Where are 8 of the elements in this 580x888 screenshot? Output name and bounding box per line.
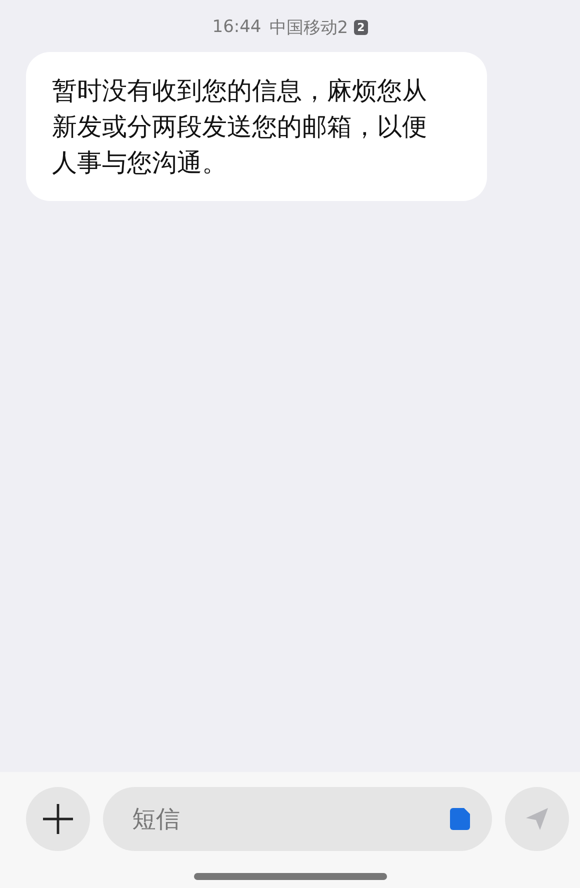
message-bubble: 暂时没有收到您的信息，麻烦您从新发或分两段发送您的邮箱，以便人事与您沟通。	[26, 52, 487, 201]
send-icon	[524, 806, 550, 832]
carrier-name: 中国移动2	[269, 16, 348, 38]
sim-card-icon	[450, 808, 470, 830]
message-timestamp: 16:44	[212, 17, 262, 37]
plus-icon	[43, 804, 73, 834]
message-input-field[interactable]: 短信	[103, 787, 492, 851]
sim-badge: 2	[354, 20, 368, 34]
